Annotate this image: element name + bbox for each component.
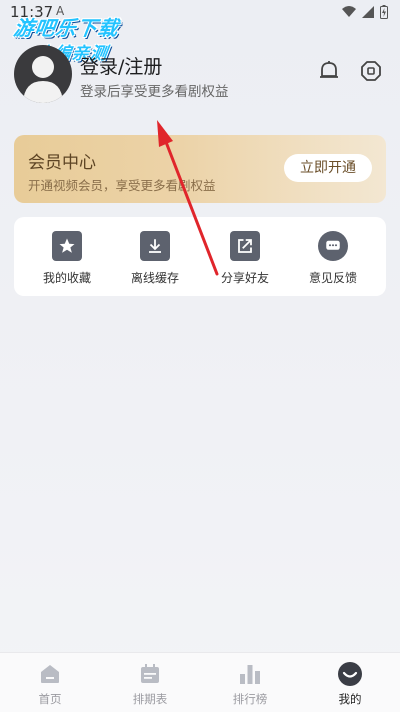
tab-label: 排行榜 <box>232 692 268 706</box>
tab-home[interactable]: 首页 <box>0 653 100 712</box>
feedback-icon <box>318 231 348 261</box>
battery-icon <box>380 5 388 19</box>
home-icon <box>37 661 63 687</box>
action-label: 意见反馈 <box>308 271 357 285</box>
bottom-tab-bar: 首页 排期表 排行榜 我的 <box>0 652 400 712</box>
login-subtitle: 登录后享受更多看剧权益 <box>80 84 229 100</box>
tab-label: 首页 <box>38 692 62 706</box>
status-icons <box>342 5 388 19</box>
action-feedback[interactable]: 意见反馈 <box>293 231 373 286</box>
tab-label: 排期表 <box>132 692 168 706</box>
tab-label: 我的 <box>338 692 362 706</box>
action-label: 我的收藏 <box>42 271 91 285</box>
vip-card[interactable]: 会员中心 开通视频会员，享受更多看剧权益 立即开通 <box>14 135 386 203</box>
tab-schedule[interactable]: 排期表 <box>100 653 200 712</box>
action-label: 离线缓存 <box>130 271 179 285</box>
action-share-friends[interactable]: 分享好友 <box>205 231 285 286</box>
action-label: 分享好友 <box>220 271 269 285</box>
annotation-arrow <box>157 120 219 276</box>
open-vip-button[interactable]: 立即开通 <box>284 154 372 182</box>
watermark-line-1: 游吧乐下载 <box>12 16 121 40</box>
vip-title: 会员中心 <box>28 153 96 173</box>
share-icon <box>230 231 260 261</box>
vip-subtitle: 开通视频会员，享受更多看剧权益 <box>28 178 216 193</box>
star-icon <box>52 231 82 261</box>
settings-icon[interactable] <box>358 58 384 84</box>
download-icon <box>140 231 170 261</box>
signal-icon <box>362 6 374 18</box>
tab-ranking[interactable]: 排行榜 <box>200 653 300 712</box>
tab-mine[interactable]: 我的 <box>300 653 400 712</box>
login-register-link[interactable]: 登录/注册 <box>80 52 162 79</box>
wifi-icon <box>342 6 356 17</box>
user-avatar-icon[interactable] <box>14 45 72 103</box>
bell-icon[interactable] <box>316 58 342 84</box>
action-offline-cache[interactable]: 离线缓存 <box>115 231 195 286</box>
quick-actions-card: 我的收藏 离线缓存 分享好友 意见反馈 <box>14 217 386 296</box>
ranking-icon <box>237 661 263 687</box>
profile-icon <box>337 661 363 687</box>
action-favorites[interactable]: 我的收藏 <box>27 231 107 286</box>
calendar-icon <box>137 661 163 687</box>
